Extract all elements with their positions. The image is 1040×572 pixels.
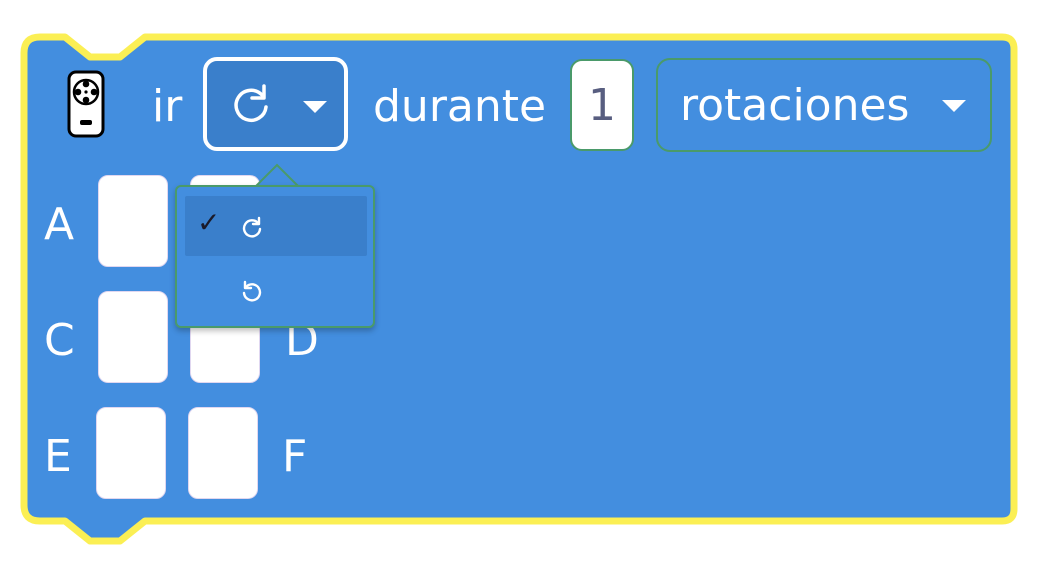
rotate-clockwise-icon: [241, 216, 263, 242]
direction-menu: ✓: [175, 185, 375, 328]
direction-dropdown[interactable]: [203, 57, 348, 151]
ir-label: ir: [152, 81, 183, 132]
port-label-e: E: [44, 431, 72, 482]
checkmark-icon: ✓: [197, 206, 221, 239]
unit-label: rotaciones: [680, 80, 910, 131]
hub-remote-icon: [66, 70, 106, 138]
chevron-down-icon: [303, 101, 327, 113]
port-a-toggle[interactable]: [98, 175, 168, 267]
rotate-counterclockwise-icon: [241, 280, 263, 306]
menu-item-clockwise[interactable]: ✓: [185, 196, 367, 256]
chevron-down-icon: [942, 100, 966, 112]
durante-label: durante: [373, 81, 547, 132]
port-label-f: F: [282, 431, 308, 482]
port-label-a: A: [44, 199, 75, 250]
port-f-toggle[interactable]: [188, 407, 258, 499]
port-e-toggle[interactable]: [96, 407, 166, 499]
unit-dropdown[interactable]: rotaciones: [656, 58, 992, 152]
menu-item-counterclockwise[interactable]: [185, 260, 367, 320]
duration-input[interactable]: 1: [570, 59, 634, 151]
port-label-c: C: [44, 315, 75, 366]
rotate-clockwise-icon: [231, 83, 271, 129]
port-c-toggle[interactable]: [98, 291, 168, 383]
